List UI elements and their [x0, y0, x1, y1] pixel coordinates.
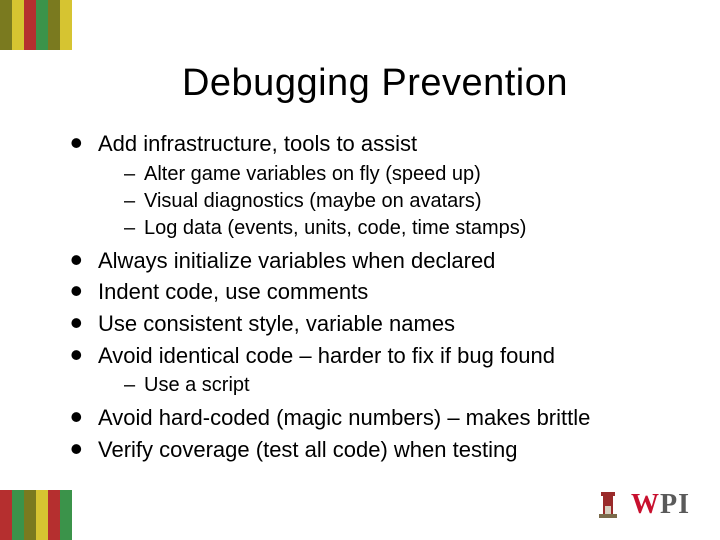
stripe [24, 490, 36, 540]
sub-bullet-item: Alter game variables on fly (speed up) [124, 161, 680, 188]
bullet-item: Add infrastructure, tools to assist Alter… [70, 129, 680, 242]
sub-bullet-item: Log data (events, units, code, time stam… [124, 215, 680, 242]
wpi-wordmark: WPI [631, 489, 690, 521]
decor-stripes-top [0, 0, 72, 50]
stripe [60, 490, 72, 540]
stripe [48, 0, 60, 50]
stripe [36, 490, 48, 540]
logo-letter-i: I [678, 489, 690, 520]
bullet-text: Use consistent style, variable names [98, 311, 455, 336]
wpi-logo: WPI [591, 488, 690, 522]
stripe [12, 0, 24, 50]
bullet-item: Indent code, use comments [70, 277, 680, 307]
bullet-item: Always initialize variables when declare… [70, 246, 680, 276]
bullet-list: Add infrastructure, tools to assist Alter… [70, 129, 680, 465]
slide-content: Debugging Prevention Add infrastructure,… [70, 62, 680, 467]
wpi-seal-icon [591, 488, 625, 522]
logo-letter-p: P [660, 489, 678, 520]
stripe [24, 0, 36, 50]
sub-bullet-list: Use a script [124, 372, 680, 399]
bullet-item: Avoid hard-coded (magic numbers) – makes… [70, 403, 680, 433]
bullet-item: Use consistent style, variable names [70, 309, 680, 339]
stripe [0, 490, 12, 540]
sub-bullet-item: Visual diagnostics (maybe on avatars) [124, 188, 680, 215]
stripe [0, 0, 12, 50]
stripe [36, 0, 48, 50]
decor-stripes-bottom [0, 490, 72, 540]
bullet-text: Add infrastructure, tools to assist [98, 131, 417, 156]
sub-bullet-list: Alter game variables on fly (speed up)Vi… [124, 161, 680, 242]
bullet-text: Avoid identical code – harder to fix if … [98, 343, 555, 368]
bullet-item: Verify coverage (test all code) when tes… [70, 435, 680, 465]
logo-letter-w: W [631, 489, 660, 520]
bullet-text: Always initialize variables when declare… [98, 248, 495, 273]
stripe [12, 490, 24, 540]
stripe [48, 490, 60, 540]
slide-title: Debugging Prevention [70, 62, 680, 105]
sub-bullet-item: Use a script [124, 372, 680, 399]
bullet-text: Indent code, use comments [98, 279, 368, 304]
stripe [60, 0, 72, 50]
bullet-text: Avoid hard-coded (magic numbers) – makes… [98, 405, 590, 430]
bullet-text: Verify coverage (test all code) when tes… [98, 437, 517, 462]
bullet-item: Avoid identical code – harder to fix if … [70, 341, 680, 400]
